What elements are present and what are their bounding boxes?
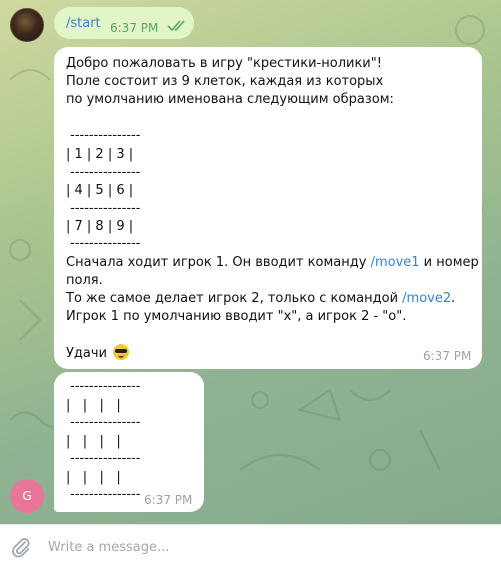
start-command-link[interactable]: /start bbox=[66, 16, 101, 31]
grid-divider-line: --------------- bbox=[66, 201, 141, 216]
message-time: 6:37 PM bbox=[144, 493, 193, 507]
move1-command-link[interactable]: /move1 bbox=[371, 255, 420, 270]
instruction-text: . bbox=[451, 291, 456, 306]
message-time: 6:37 PM bbox=[423, 349, 472, 363]
instruction-line: То же самое делает игрок 2, только с ком… bbox=[66, 290, 455, 308]
grid-row-line: | | | | bbox=[66, 434, 121, 449]
paperclip-icon[interactable] bbox=[10, 536, 32, 558]
bot-avatar[interactable]: G bbox=[10, 479, 44, 513]
message-text-line: Добро пожаловать в игру "крестики-нолики… bbox=[66, 56, 382, 71]
outgoing-message-bubble: /start 6:37 PM bbox=[54, 7, 194, 39]
farewell-text: Удачи bbox=[66, 346, 108, 361]
grid-divider-line: --------------- bbox=[66, 236, 141, 251]
grid-divider-line: --------------- bbox=[66, 415, 141, 430]
move2-command-link[interactable]: /move2 bbox=[402, 291, 451, 306]
instruction-text: и номер bbox=[419, 255, 479, 270]
grid-row-line: | | | | bbox=[66, 398, 121, 413]
grid-divider-line: --------------- bbox=[66, 379, 141, 394]
message-composer bbox=[0, 524, 501, 568]
message-input[interactable] bbox=[48, 537, 478, 557]
chat-area: /start 6:37 PM Добро пожаловать в игру "… bbox=[0, 0, 501, 524]
instruction-text: То же самое делает игрок 2, только с ком… bbox=[66, 291, 403, 306]
instruction-line: поля. bbox=[66, 273, 103, 288]
message-time: 6:37 PM bbox=[110, 21, 159, 35]
welcome-message-bubble: Добро пожаловать в игру "крестики-нолики… bbox=[54, 47, 482, 369]
instruction-text: Сначала ходит игрок 1. Он вводит команду bbox=[66, 255, 371, 270]
sunglasses-emoji-icon bbox=[113, 344, 130, 360]
user-avatar[interactable] bbox=[10, 8, 44, 42]
grid-row-line: | 7 | 8 | 9 | bbox=[66, 219, 134, 234]
grid-row-line: | | | | bbox=[66, 470, 121, 485]
grid-divider-line: --------------- bbox=[66, 487, 141, 502]
instruction-line: Игрок 1 по умолчанию вводит "x", а игрок… bbox=[66, 309, 407, 324]
grid-divider-line: --------------- bbox=[66, 128, 141, 143]
double-check-icon bbox=[167, 20, 185, 32]
message-text-line: по умолчанию именована следующим образом… bbox=[66, 92, 394, 107]
farewell-line: Удачи bbox=[66, 344, 130, 363]
grid-divider-line: --------------- bbox=[66, 165, 141, 180]
grid-row-line: | 4 | 5 | 6 | bbox=[66, 183, 134, 198]
board-message-bubble: --------------- | | | | --------------- … bbox=[54, 372, 204, 512]
instruction-line: Сначала ходит игрок 1. Он вводит команду… bbox=[66, 254, 479, 272]
grid-divider-line: --------------- bbox=[66, 451, 141, 466]
message-text-line: Поле состоит из 9 клеток, каждая из кото… bbox=[66, 74, 384, 89]
grid-row-line: | 1 | 2 | 3 | bbox=[66, 147, 134, 162]
